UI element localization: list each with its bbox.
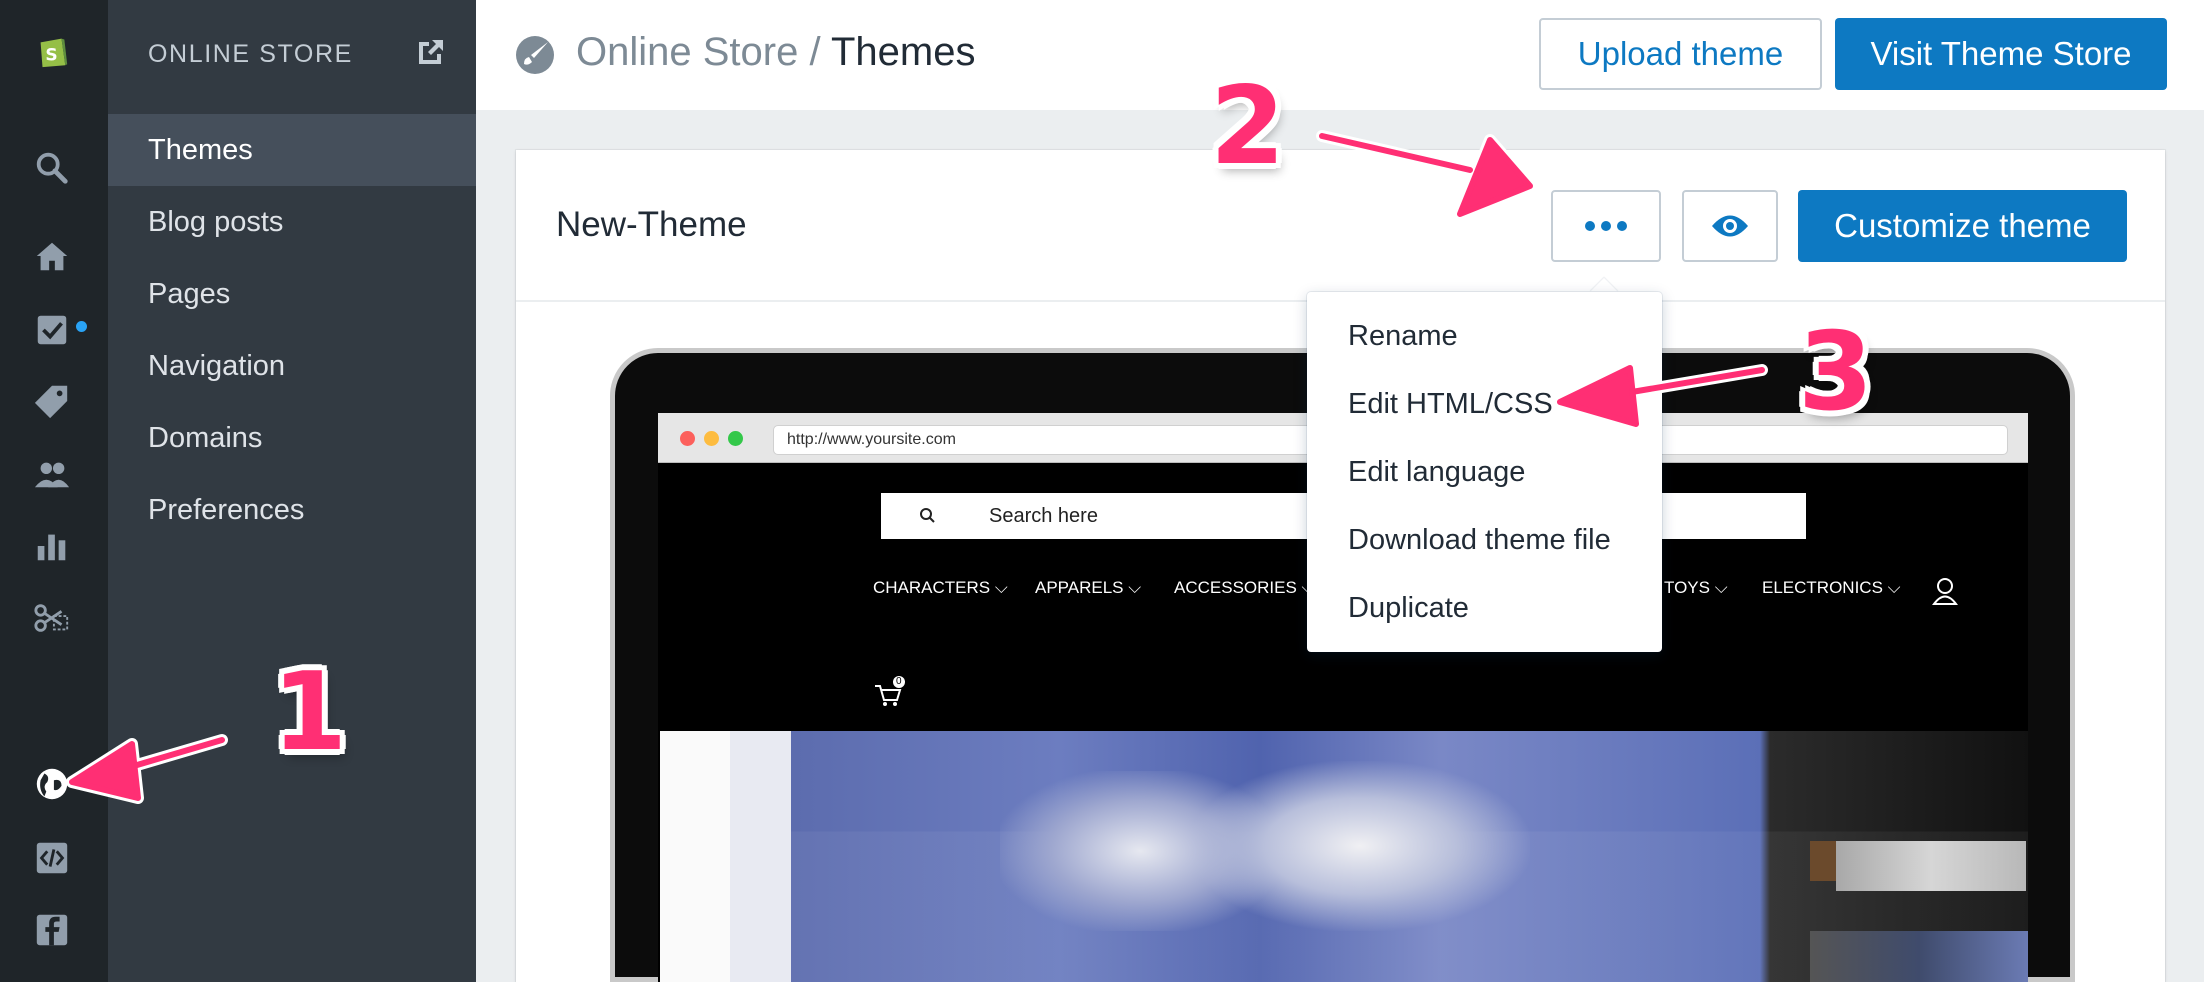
annotation-step-2: 2 bbox=[1210, 64, 1286, 189]
notification-dot bbox=[76, 321, 87, 332]
external-link-icon[interactable] bbox=[415, 36, 447, 68]
preview-cart-icon: 0 bbox=[873, 676, 907, 710]
menu-item-edit-language[interactable]: Edit language bbox=[1307, 438, 1662, 506]
facebook-icon[interactable] bbox=[28, 906, 76, 954]
preview-nav-label: ACCESSORIES bbox=[1174, 578, 1297, 597]
sidebar-item-preferences[interactable]: Preferences bbox=[108, 474, 476, 546]
menu-item-edit-html-css[interactable]: Edit HTML/CSS bbox=[1307, 370, 1662, 438]
upload-theme-button[interactable]: Upload theme bbox=[1539, 18, 1822, 90]
theme-card-header: New-Theme Customize theme bbox=[516, 150, 2165, 302]
preview-nav-label: CHARACTERS bbox=[873, 578, 991, 597]
breadcrumb: Online Store / Themes bbox=[576, 30, 975, 75]
sidebar-item-domains[interactable]: Domains bbox=[108, 402, 476, 474]
ellipsis-icon bbox=[1585, 221, 1627, 231]
annotation-step-3: 3 bbox=[1798, 310, 1874, 435]
svg-text:S: S bbox=[45, 45, 57, 65]
breadcrumb-parent[interactable]: Online Store bbox=[576, 30, 798, 74]
visit-theme-store-button[interactable]: Visit Theme Store bbox=[1835, 18, 2167, 90]
hero-blur-patch bbox=[1836, 841, 2026, 891]
hero-blur-patch bbox=[1810, 931, 2028, 982]
close-dot-icon bbox=[680, 431, 695, 446]
sidebar-item-blog-posts[interactable]: Blog posts bbox=[108, 186, 476, 258]
page-header: Online Store / Themes Upload theme Visit… bbox=[476, 0, 2204, 110]
search-icon[interactable] bbox=[28, 144, 76, 192]
preview-nav-item: CHARACTERS ⌵ bbox=[873, 578, 1008, 597]
sidebar-item-navigation[interactable]: Navigation bbox=[108, 330, 476, 402]
theme-name: New-Theme bbox=[556, 205, 747, 244]
zoom-dot-icon bbox=[728, 431, 743, 446]
theme-actions-menu: Rename Edit HTML/CSS Edit language Downl… bbox=[1307, 292, 1662, 652]
pixelated-hero-image bbox=[660, 731, 2028, 982]
preview-nav-label: TOYS bbox=[1664, 578, 1710, 597]
hero-blur-patch bbox=[1190, 761, 1530, 931]
menu-item-duplicate[interactable]: Duplicate bbox=[1307, 574, 1662, 642]
menu-item-rename[interactable]: Rename bbox=[1307, 302, 1662, 370]
breadcrumb-separator: / bbox=[809, 30, 821, 74]
apps-code-icon[interactable] bbox=[28, 834, 76, 882]
preview-nav-label: ELECTRONICS bbox=[1762, 578, 1883, 597]
sidebar-item-themes[interactable]: Themes bbox=[108, 114, 476, 186]
page-title: Themes bbox=[830, 30, 976, 74]
more-actions-button[interactable] bbox=[1551, 190, 1661, 262]
preview-search-placeholder: Search here bbox=[989, 505, 1098, 527]
preview-search-icon bbox=[920, 508, 935, 523]
analytics-icon[interactable] bbox=[28, 522, 76, 570]
preview-cart-count: 0 bbox=[896, 676, 902, 687]
customize-theme-button[interactable]: Customize theme bbox=[1798, 190, 2127, 262]
online-store-sidebar: ONLINE STORE Themes Blog posts Pages Nav… bbox=[108, 0, 476, 982]
minimize-dot-icon bbox=[704, 431, 719, 446]
discounts-icon[interactable] bbox=[28, 594, 76, 642]
sidebar-title: ONLINE STORE bbox=[148, 40, 353, 68]
home-icon[interactable] bbox=[28, 232, 76, 280]
preview-nav-item: ACCESSORIES ⌵ bbox=[1174, 578, 1315, 597]
preview-nav-item: ELECTRONICS ⌵ bbox=[1762, 578, 1901, 597]
online-store-brush-icon bbox=[516, 36, 554, 74]
preview-nav-label: APPARELS bbox=[1035, 578, 1124, 597]
online-store-globe-icon[interactable] bbox=[28, 760, 76, 808]
preview-nav-item: TOYS ⌵ bbox=[1664, 578, 1728, 597]
products-tag-icon[interactable] bbox=[28, 377, 76, 425]
icon-rail: S bbox=[0, 0, 108, 982]
customers-icon[interactable] bbox=[28, 450, 76, 498]
annotation-step-1: 1 bbox=[272, 650, 348, 775]
preview-account-icon bbox=[1932, 578, 1958, 605]
menu-item-download-theme-file[interactable]: Download theme file bbox=[1307, 506, 1662, 574]
orders-icon[interactable] bbox=[28, 305, 76, 353]
sidebar-item-pages[interactable]: Pages bbox=[108, 258, 476, 330]
eye-icon bbox=[1712, 215, 1748, 237]
preview-nav-item: APPARELS ⌵ bbox=[1035, 578, 1142, 597]
preview-theme-button[interactable] bbox=[1682, 190, 1778, 262]
shopify-logo-icon[interactable]: S bbox=[28, 26, 76, 74]
